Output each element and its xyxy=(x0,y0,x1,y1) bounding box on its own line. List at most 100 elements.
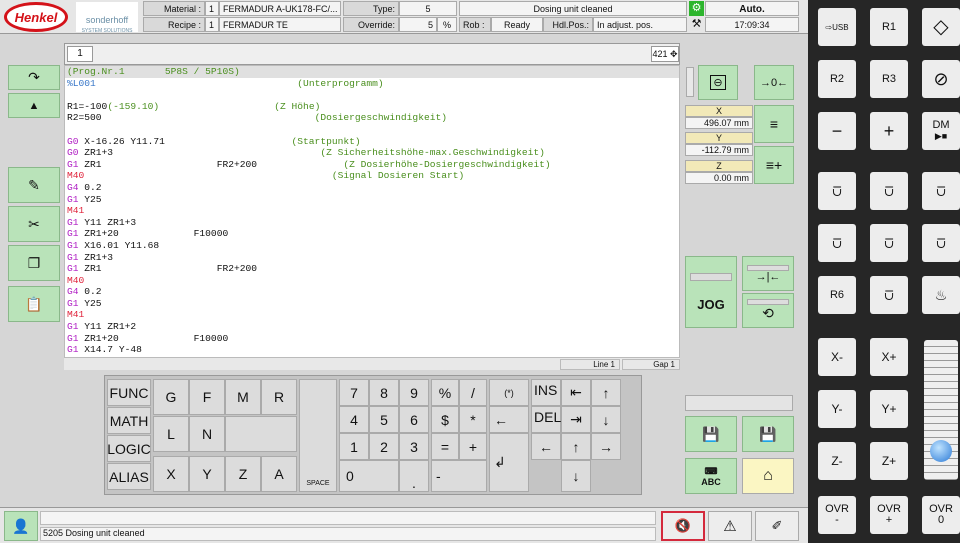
jog-button[interactable]: JOG xyxy=(685,256,737,328)
step-button[interactable]: →|← xyxy=(742,256,794,291)
key-8[interactable]: 8 xyxy=(369,379,399,406)
code-line[interactable]: G1 ZR1+20 F10000 xyxy=(65,333,679,345)
usb-key[interactable]: ⇨ USB xyxy=(818,8,856,46)
key-n[interactable]: N xyxy=(189,416,225,452)
minus-key[interactable]: − xyxy=(818,112,856,150)
dm-key[interactable]: DM ▶■ xyxy=(922,112,960,150)
ovr-minus-key[interactable]: OVR - xyxy=(818,496,856,534)
user-button[interactable]: 👤 xyxy=(4,511,38,541)
x-plus-key[interactable]: X+ xyxy=(870,338,908,376)
nozzle-clean-key[interactable]: ⩂ xyxy=(818,224,856,262)
warning-button[interactable]: ▲ xyxy=(8,93,60,118)
code-line[interactable]: M40 xyxy=(65,275,679,287)
key-equal[interactable]: = xyxy=(431,433,459,460)
key-a[interactable]: A xyxy=(261,456,297,492)
scrollbar[interactable] xyxy=(686,67,694,97)
code-line[interactable] xyxy=(65,124,679,136)
arrow-right-key[interactable]: → xyxy=(591,433,621,460)
code-line[interactable]: G1 ZR1+20 F10000 xyxy=(65,228,679,240)
ovr-zero-key[interactable]: OVR 0 xyxy=(922,496,960,534)
insert-line-button[interactable]: ≡+ xyxy=(754,146,794,184)
code-line[interactable]: G0 X-16.26 Y11.71 (Startpunkt) xyxy=(65,136,679,148)
nozzle-spray-key[interactable]: ⩂ xyxy=(922,172,960,210)
code-line[interactable]: G0 ZR1+3 (Z Sicherheitshöhe-max.Geschwin… xyxy=(65,147,679,159)
key-1[interactable]: 1 xyxy=(339,433,369,460)
space-key[interactable]: SPACE xyxy=(299,379,337,492)
mute-button[interactable]: 🔇 xyxy=(661,511,705,541)
key-plus[interactable]: + xyxy=(459,433,487,460)
key-dollar[interactable]: $ xyxy=(431,406,459,433)
insert-key[interactable]: INS xyxy=(531,379,561,406)
slider-knob[interactable] xyxy=(930,440,952,463)
code-line[interactable]: G1 ZR1 FR2+200 xyxy=(65,263,679,275)
shift-left-button[interactable]: →0← xyxy=(754,65,794,100)
code-line[interactable]: M41 xyxy=(65,309,679,321)
arrow-left-key[interactable]: ← xyxy=(531,433,561,460)
nozzle-purge-key[interactable]: ⩂ xyxy=(870,172,908,210)
plus-key[interactable]: + xyxy=(870,112,908,150)
save-as-button[interactable]: 💾 xyxy=(742,416,794,452)
key-x[interactable]: X xyxy=(153,456,189,492)
cycle-button[interactable]: ⟲ xyxy=(742,293,794,328)
goto-line-button[interactable]: ⊖ xyxy=(698,65,738,100)
key-2[interactable]: 2 xyxy=(369,433,399,460)
key-4[interactable]: 4 xyxy=(339,406,369,433)
line-end-key[interactable]: ⇥ xyxy=(561,406,591,433)
ovr-plus-key[interactable]: OVR + xyxy=(870,496,908,534)
save-button[interactable]: 💾 xyxy=(685,416,737,452)
key-3[interactable]: 3 xyxy=(399,433,429,460)
func-key[interactable]: FUNC xyxy=(107,379,151,406)
code-line[interactable]: M41 xyxy=(65,205,679,217)
key-percent[interactable]: % xyxy=(431,379,459,406)
code-line[interactable]: G1 X14.7 Y-48 xyxy=(65,344,679,356)
delete-key[interactable]: DEL xyxy=(531,406,561,433)
key-blank[interactable] xyxy=(225,416,297,452)
code-line[interactable]: %L001 (Unterprogramm) xyxy=(65,78,679,90)
key-g[interactable]: G xyxy=(153,379,189,415)
y-minus-key[interactable]: Y- xyxy=(818,390,856,428)
nozzle-down-key[interactable]: ⩂ xyxy=(818,172,856,210)
paste-button[interactable]: 📋 xyxy=(8,286,60,322)
code-line[interactable]: R2=500 (Dosiergeschwindigkeit) xyxy=(65,112,679,124)
nozzle-heat-key[interactable]: ♨ xyxy=(922,276,960,314)
z-plus-key[interactable]: Z+ xyxy=(870,442,908,480)
nozzle-move-key[interactable]: ⩂ xyxy=(870,224,908,262)
line-start-key[interactable]: ⇤ xyxy=(561,379,591,406)
code-line[interactable]: R1=-100(-159.10) (Z Höhe) xyxy=(65,101,679,113)
math-key[interactable]: MATH xyxy=(107,407,151,434)
code-line[interactable]: G1 ZR1 FR2+200 (Z Dosierhöhe-Dosiergesch… xyxy=(65,159,679,171)
acknowledge-button[interactable]: ✐ xyxy=(755,511,799,541)
code-line[interactable] xyxy=(65,89,679,101)
backspace-key[interactable]: ← xyxy=(489,406,529,433)
code-line[interactable]: G4 0.2 xyxy=(65,182,679,194)
key-7[interactable]: 7 xyxy=(339,379,369,406)
r3-key[interactable]: R3 xyxy=(870,60,908,98)
home-button[interactable]: ⌂ xyxy=(742,458,794,494)
abc-keyboard-button[interactable]: ⌨ ABC xyxy=(685,458,737,494)
code-line[interactable]: (Prog.Nr.1 5P8S / 5P10S) xyxy=(65,66,679,78)
line-count[interactable]: 421 ✥ xyxy=(651,46,679,62)
key-6[interactable]: 6 xyxy=(399,406,429,433)
key-f[interactable]: F xyxy=(189,379,225,415)
logic-key[interactable]: LOGIC xyxy=(107,435,151,462)
key-0[interactable]: 0 xyxy=(339,460,399,492)
z-minus-key[interactable]: Z- xyxy=(818,442,856,480)
y-plus-key[interactable]: Y+ xyxy=(870,390,908,428)
nozzle-park-key[interactable]: ⩂ xyxy=(870,276,908,314)
override-slider[interactable] xyxy=(924,340,958,480)
tab-1[interactable]: 1 xyxy=(67,46,93,62)
key-z[interactable]: Z xyxy=(225,456,261,492)
page-up-key[interactable]: ↑ xyxy=(591,379,621,406)
key-star[interactable]: * xyxy=(459,406,487,433)
r6-key[interactable]: R6 xyxy=(818,276,856,314)
gear-icon[interactable]: ⚙ xyxy=(689,1,704,16)
material-value[interactable]: FERMADUR A-UK178-FC/... xyxy=(219,1,341,16)
nozzle-lower-key[interactable]: ⩂ xyxy=(922,224,960,262)
key-minus[interactable]: - xyxy=(431,460,487,492)
key-y[interactable]: Y xyxy=(189,456,225,492)
key-m[interactable]: M xyxy=(225,379,261,415)
redo-button[interactable]: ↷ xyxy=(8,65,60,90)
code-line[interactable]: G1 Y11 ZR1+3 xyxy=(65,217,679,229)
copy-button[interactable]: ❐ xyxy=(8,245,60,281)
enter-key[interactable]: ↲ xyxy=(489,433,529,492)
